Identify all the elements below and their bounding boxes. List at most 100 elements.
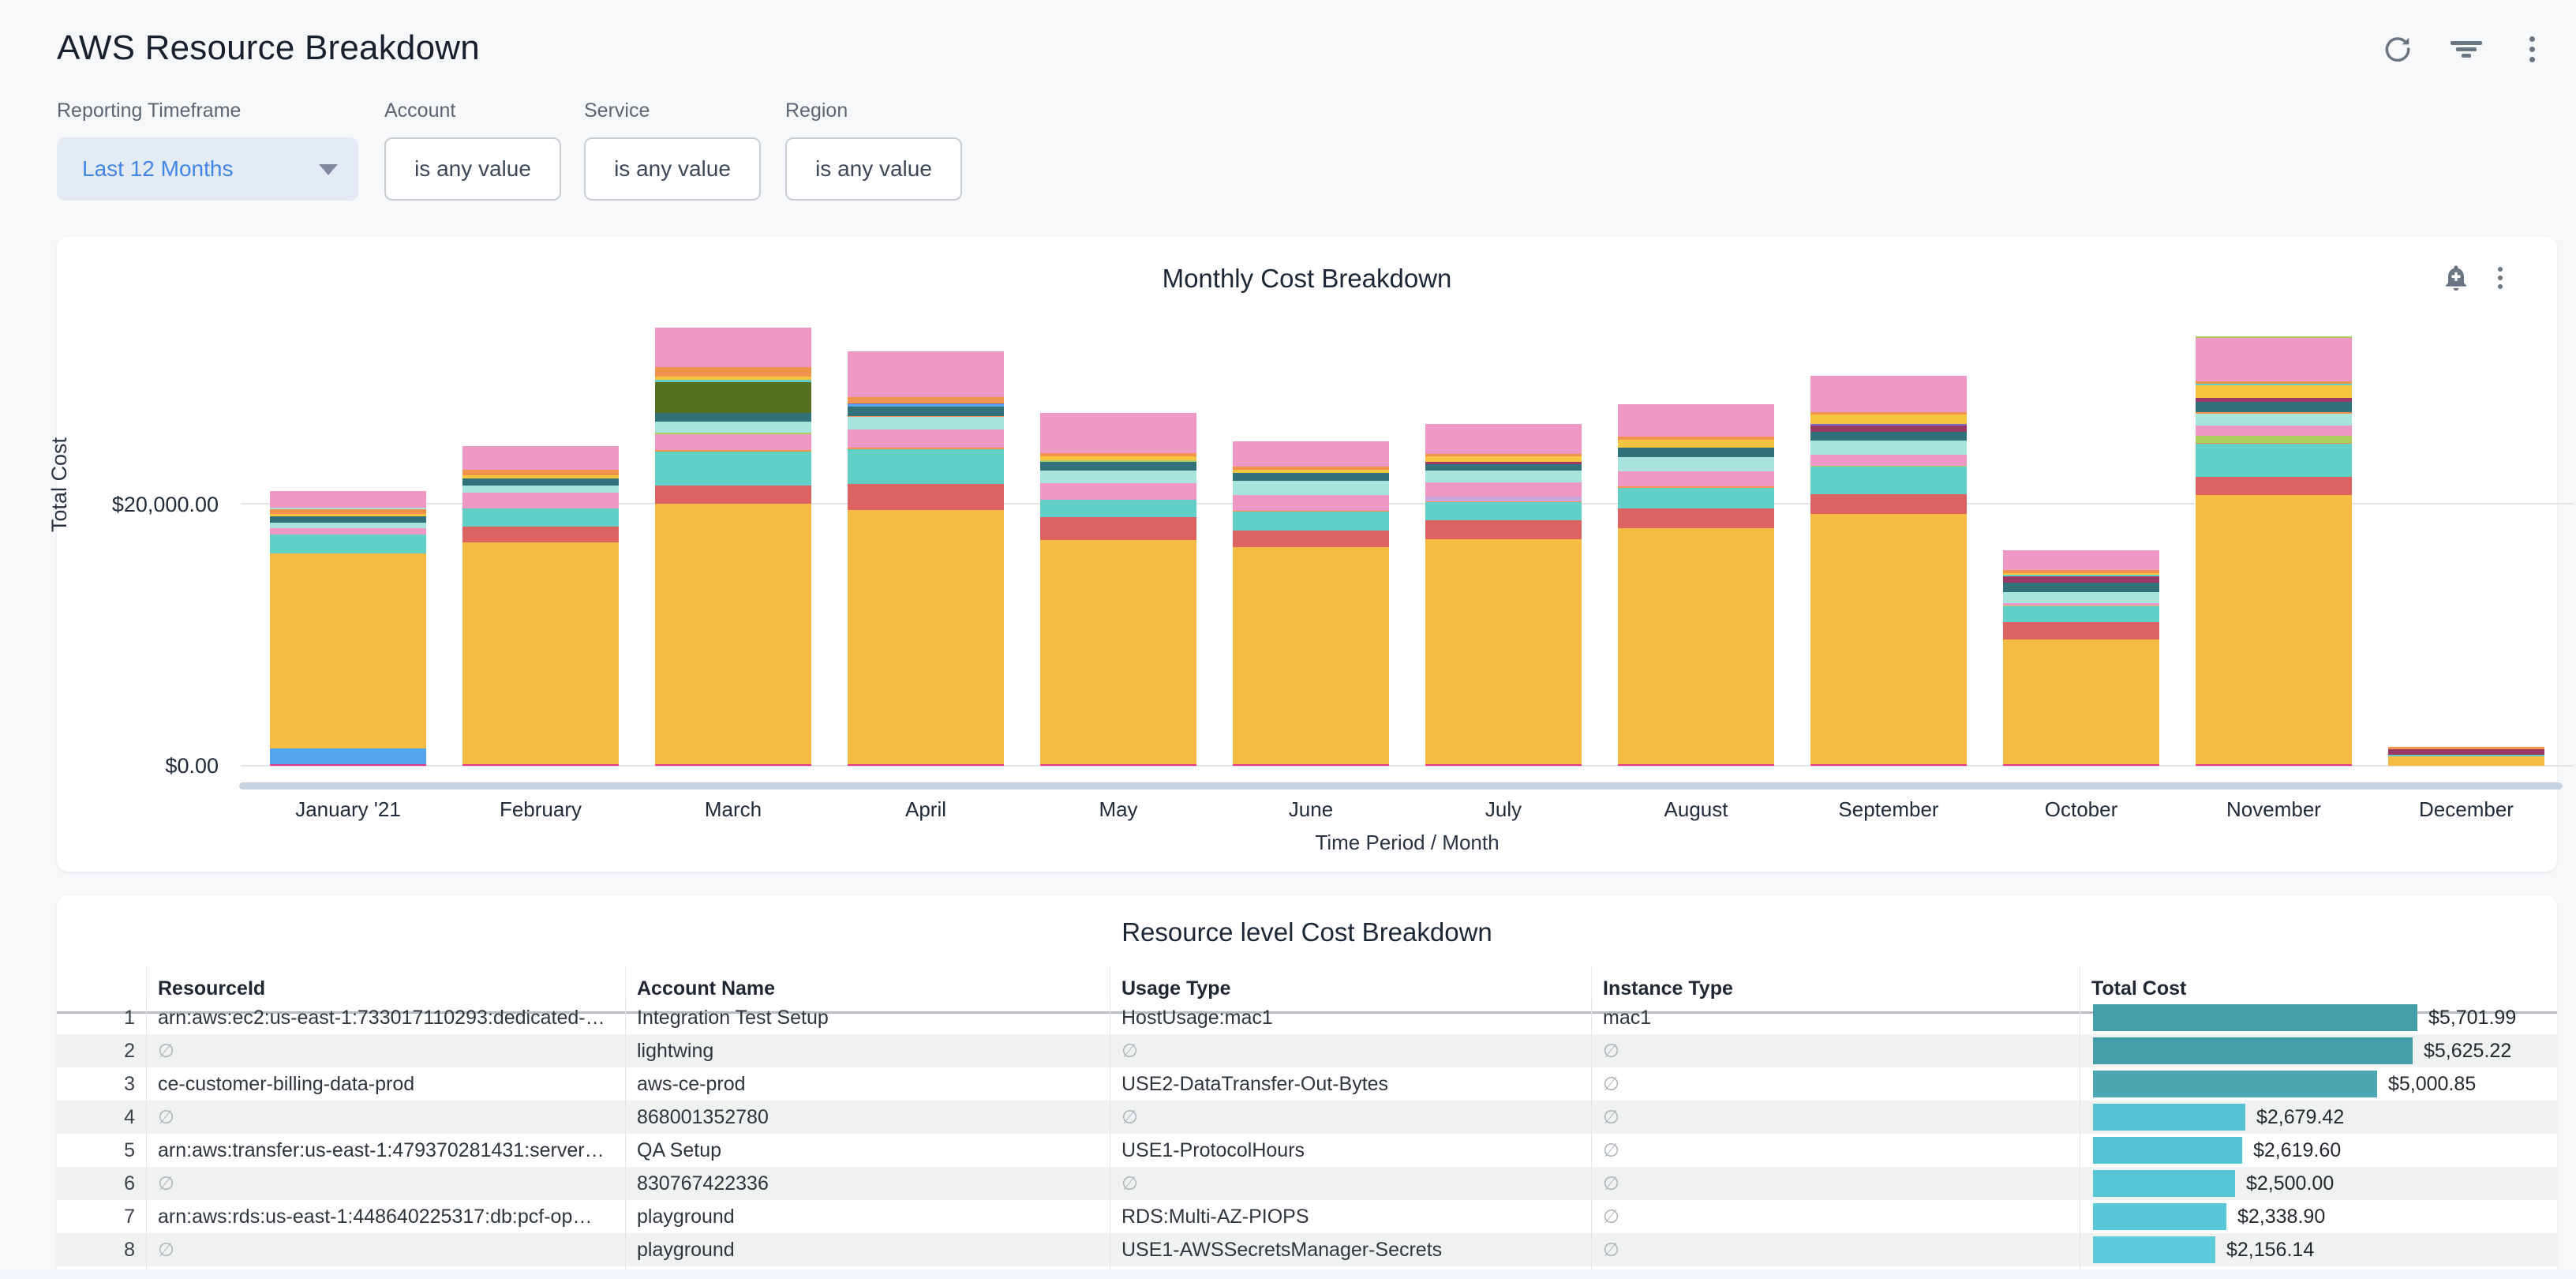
chart-segment-pink[interactable] — [462, 493, 619, 508]
chart-segment-slate[interactable] — [1425, 464, 1582, 471]
chart-segment-amber[interactable] — [1618, 528, 1774, 763]
chart-segment-pink[interactable] — [1040, 483, 1196, 501]
stacked-bar-april[interactable] — [848, 351, 1004, 766]
stacked-bar-september[interactable] — [1810, 376, 1967, 766]
bottom-scroll-strip[interactable] — [0, 1270, 2576, 1279]
chart-segment-teal[interactable] — [1425, 502, 1582, 520]
chart-segment-red[interactable] — [1233, 531, 1389, 548]
chart-segment-lightcyan[interactable] — [462, 486, 619, 493]
chart-segment-lightcyan[interactable] — [270, 523, 426, 528]
chart-segment-pink[interactable] — [1810, 455, 1967, 465]
chart-segment-pink[interactable] — [655, 328, 811, 368]
chart-segment-amber[interactable] — [270, 553, 426, 748]
reporting-timeframe-dropdown[interactable]: Last 12 Months — [57, 137, 358, 201]
chart-segment-slate[interactable] — [1233, 473, 1389, 481]
chart-segment-yellow[interactable] — [1810, 414, 1967, 424]
more-vert-icon[interactable] — [2514, 32, 2549, 66]
chart-segment-pink[interactable] — [2196, 426, 2352, 435]
chart-segment-yellow[interactable] — [1425, 456, 1582, 463]
chart-segment-pink[interactable] — [1618, 471, 1774, 486]
chart-segment-maroon[interactable] — [2388, 749, 2544, 755]
chart-segment-amber[interactable] — [1233, 547, 1389, 763]
region-filter[interactable]: is any value — [785, 137, 962, 201]
chart-segment-lightcyan[interactable] — [1810, 441, 1967, 455]
chart-segment-slate[interactable] — [270, 516, 426, 523]
chart-segment-red[interactable] — [1618, 508, 1774, 528]
stacked-bar-january-21[interactable] — [270, 491, 426, 766]
chart-segment-pink[interactable] — [1233, 441, 1389, 467]
chart-segment-lightcyan[interactable] — [2003, 592, 2159, 603]
chart-segment-pink[interactable] — [1233, 495, 1389, 511]
chart-segment-teal[interactable] — [2003, 606, 2159, 622]
chart-segment-pink[interactable] — [462, 446, 619, 471]
chart-segment-teal[interactable] — [1040, 500, 1196, 517]
chart-segment-slate[interactable] — [1618, 448, 1774, 457]
chart-segment-lightcyan[interactable] — [1040, 471, 1196, 483]
chart-segment-amber[interactable] — [2196, 495, 2352, 764]
stacked-bar-december[interactable] — [2388, 747, 2544, 766]
chart-segment-teal[interactable] — [655, 452, 811, 486]
stacked-bar-november[interactable] — [2196, 336, 2352, 766]
chart-segment-red[interactable] — [655, 486, 811, 504]
account-filter[interactable]: is any value — [384, 137, 561, 201]
stacked-bar-august[interactable] — [1618, 404, 1774, 766]
stacked-bar-july[interactable] — [1425, 424, 1582, 766]
chart-segment-magenta[interactable] — [1618, 764, 1774, 766]
chart-segment-red[interactable] — [1810, 494, 1967, 514]
chart-segment-lightcyan[interactable] — [848, 417, 1004, 429]
chart-segment-lightcyan[interactable] — [2196, 414, 2352, 426]
stacked-bar-february[interactable] — [462, 446, 619, 766]
chart-segment-orange[interactable] — [848, 397, 1004, 403]
chart-segment-amber[interactable] — [655, 504, 811, 763]
chart-segment-amber[interactable] — [848, 510, 1004, 764]
chart-segment-amber[interactable] — [462, 542, 619, 763]
chart-segment-pink[interactable] — [655, 434, 811, 451]
more-vert-icon[interactable] — [2484, 262, 2516, 294]
chart-segment-slate[interactable] — [848, 407, 1004, 416]
chart-segment-lightcyan[interactable] — [1425, 471, 1582, 482]
chart-segment-pink[interactable] — [848, 429, 1004, 448]
refresh-icon[interactable] — [2380, 32, 2415, 66]
chart-segment-amber[interactable] — [1040, 540, 1196, 764]
chart-segment-magenta[interactable] — [1040, 764, 1196, 766]
chart-segment-amber[interactable] — [1810, 514, 1967, 764]
chart-segment-pink[interactable] — [1425, 424, 1582, 455]
chart-segment-blue[interactable] — [270, 748, 426, 763]
chart-segment-orange[interactable] — [462, 470, 619, 475]
chart-segment-yellow[interactable] — [2196, 385, 2352, 397]
chart-segment-pink[interactable] — [848, 351, 1004, 396]
stacked-bar-may[interactable] — [1040, 413, 1196, 766]
chart-segment-pink[interactable] — [270, 528, 426, 534]
chart-segment-red[interactable] — [2196, 477, 2352, 495]
chart-segment-maroon[interactable] — [2003, 576, 2159, 583]
chart-segment-orange[interactable] — [655, 367, 811, 377]
chart-segment-magenta[interactable] — [1810, 764, 1967, 766]
chart-segment-magenta[interactable] — [2003, 764, 2159, 766]
chart-segment-red[interactable] — [1425, 520, 1582, 539]
chart-segment-maroon[interactable] — [1810, 426, 1967, 432]
stacked-bar-june[interactable] — [1233, 441, 1389, 766]
chart-segment-teal[interactable] — [1618, 488, 1774, 509]
chart-segment-lightcyan[interactable] — [1618, 457, 1774, 471]
chart-segment-pink[interactable] — [1810, 376, 1967, 412]
chart-segment-amber[interactable] — [1425, 539, 1582, 763]
chart-segment-teal[interactable] — [848, 449, 1004, 484]
chart-segment-pink[interactable] — [1618, 404, 1774, 437]
chart-segment-slate[interactable] — [2196, 402, 2352, 412]
chart-segment-magenta[interactable] — [270, 764, 426, 766]
chart-segment-pink[interactable] — [1425, 482, 1582, 497]
chart-segment-teal[interactable] — [270, 534, 426, 553]
chart-segment-teal[interactable] — [1233, 512, 1389, 530]
chart-segment-lightcyan[interactable] — [1233, 481, 1389, 495]
chart-segment-olive[interactable] — [655, 382, 811, 414]
chart-horizontal-scrollbar[interactable] — [239, 782, 2563, 790]
chart-segment-magenta[interactable] — [848, 764, 1004, 766]
chart-segment-slate[interactable] — [2003, 583, 2159, 592]
filter-icon[interactable] — [2449, 32, 2484, 66]
chart-segment-slate[interactable] — [655, 413, 811, 421]
chart-segment-magenta[interactable] — [655, 764, 811, 766]
chart-segment-pink[interactable] — [1040, 413, 1196, 453]
chart-segment-lightcyan[interactable] — [655, 422, 811, 433]
chart-segment-red[interactable] — [462, 527, 619, 543]
chart-segment-yellow[interactable] — [1618, 440, 1774, 448]
